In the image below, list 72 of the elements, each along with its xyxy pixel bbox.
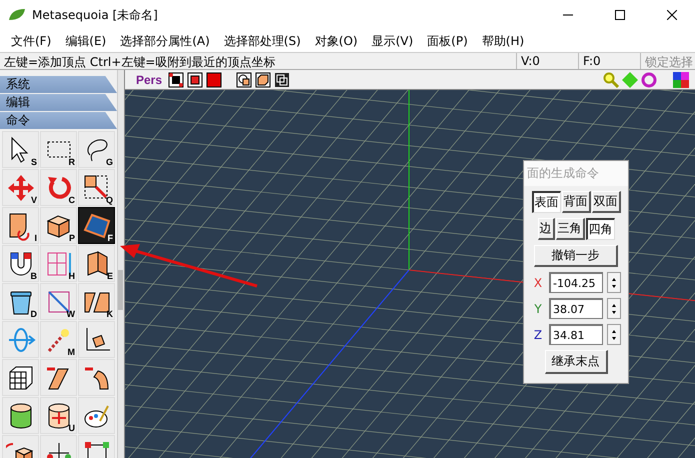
menu-item[interactable]: 面板(P) [420, 32, 475, 50]
tool-button[interactable]: F [78, 207, 115, 244]
tool-button[interactable]: P [40, 207, 77, 244]
tool-button[interactable]: U [40, 397, 77, 434]
panel-title: 面的生成命令 [524, 161, 628, 186]
tool-button[interactable]: V [2, 169, 39, 206]
cube-icon[interactable] [255, 72, 272, 88]
tool-button[interactable]: D [2, 283, 39, 320]
menu-item[interactable]: 选择部分属性(A) [113, 32, 217, 50]
tool-button[interactable] [2, 359, 39, 396]
overlap-shapes-icon[interactable] [236, 72, 252, 88]
search-icon[interactable] [603, 72, 619, 88]
tool-button[interactable]: S [2, 131, 39, 168]
app-leaf-icon [8, 8, 26, 22]
spin-button[interactable] [607, 324, 621, 345]
tool-button[interactable] [78, 321, 115, 358]
face-shape-button[interactable]: 边 [538, 218, 554, 240]
tool-button[interactable]: E [78, 245, 115, 282]
axis-label: Y [533, 302, 543, 316]
tool-button[interactable] [78, 359, 115, 396]
panel-section-header[interactable]: 命令 [0, 112, 118, 129]
vertex-square-icon[interactable] [168, 72, 184, 88]
tool-button[interactable]: M [40, 321, 77, 358]
axis-label: Z [532, 328, 544, 342]
spin-arrows-icon [611, 328, 617, 340]
scrollbar[interactable] [117, 70, 124, 458]
face-side-button[interactable]: 双面 [592, 191, 620, 213]
menu-item[interactable]: 编辑(E) [58, 32, 114, 50]
face-side-button[interactable]: 表面 [532, 191, 560, 213]
tool-button[interactable]: C [40, 169, 77, 206]
vertex-count: V:0 [516, 53, 578, 69]
spin-arrows-icon [611, 302, 617, 314]
tool-button[interactable]: W [40, 283, 77, 320]
tool-button[interactable]: G [78, 131, 115, 168]
tool-button[interactable] [78, 397, 115, 434]
window-title: Metasequoia [未命名] [32, 6, 159, 24]
coordinate-field[interactable]: 38.07 [549, 298, 603, 319]
menu-item[interactable]: 对象(O) [308, 32, 365, 50]
spin-button[interactable] [607, 272, 621, 293]
window-squares-icon[interactable] [274, 72, 290, 88]
menu-item[interactable]: 帮助(H) [474, 32, 532, 50]
inherit-point-button[interactable]: 继承末点 [544, 350, 608, 374]
edge-square-icon[interactable] [187, 72, 204, 88]
axis-label: X [532, 276, 544, 290]
panel-section-header[interactable]: 编辑 [0, 94, 118, 111]
four-way-arrow-icon [6, 172, 36, 202]
menu-item[interactable]: 文件(F) [4, 32, 58, 50]
face-shape-button[interactable]: 三角 [556, 218, 584, 240]
tool-button[interactable]: Q [78, 169, 115, 206]
tool-button[interactable]: H [40, 245, 77, 282]
spin-button[interactable] [607, 298, 621, 319]
tool-button[interactable] [40, 359, 77, 396]
tool-button[interactable]: R [40, 131, 77, 168]
undo-button[interactable]: 撤销一步 [534, 245, 618, 267]
color-grid-icon[interactable] [673, 72, 689, 88]
status-hint: 左键=添加顶点 Ctrl+左键=吸附到最近的顶点坐标 [3, 54, 276, 69]
menu-item[interactable]: 显示(V) [364, 32, 420, 50]
face-side-button[interactable]: 背面 [562, 191, 590, 213]
spin-arrows-icon [611, 276, 617, 288]
close-icon [667, 10, 677, 20]
coordinate-field[interactable]: -104.25 [549, 272, 603, 293]
face-shape-button[interactable]: 四角 [586, 218, 614, 240]
coordinate-field[interactable]: 34.81 [549, 324, 603, 345]
view-mode-button[interactable]: Pers [133, 72, 166, 86]
maximize-icon [615, 10, 625, 20]
face-square-icon[interactable] [206, 72, 222, 88]
tool-button[interactable] [2, 397, 39, 434]
menu-item[interactable]: 选择部处理(S) [216, 32, 308, 50]
tool-button[interactable]: I [2, 207, 39, 244]
face-count: F:0 [578, 53, 640, 69]
tool-button[interactable]: B [2, 245, 39, 282]
panel-section-header[interactable]: 系统 [0, 76, 118, 93]
